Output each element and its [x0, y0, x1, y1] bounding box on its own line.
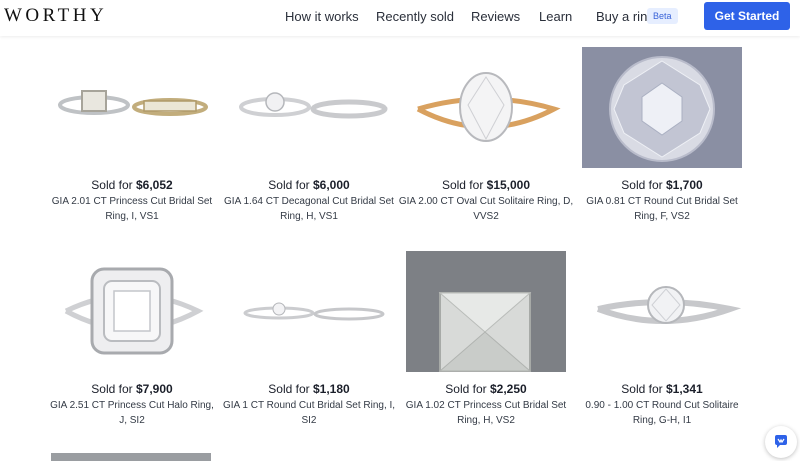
listing-description: GIA 0.81 CT Round Cut Bridal Set Ring, F,…	[586, 196, 738, 222]
top-navigation-bar: WORTHY How it works Recently sold Review…	[0, 0, 800, 36]
nav-how-it-works[interactable]: How it works	[285, 9, 359, 24]
listing-image-partial	[51, 453, 211, 461]
chat-widget-button[interactable]	[765, 426, 797, 458]
nav-reviews[interactable]: Reviews	[471, 9, 520, 24]
beta-badge: Beta	[647, 8, 678, 24]
listing-description: GIA 2.00 CT Oval Cut Solitaire Ring, D, V…	[398, 196, 574, 222]
ring-image	[582, 251, 742, 372]
ring-image	[229, 47, 389, 168]
sold-price: Sold for $6,000	[268, 178, 350, 192]
ring-image	[229, 251, 389, 372]
ring-image	[52, 47, 212, 168]
diamond-image	[406, 251, 566, 372]
nav-learn[interactable]: Learn	[539, 9, 572, 24]
sold-price: Sold for $15,000	[441, 178, 531, 192]
listing-description: 0.90 - 1.00 CT Round Cut Solitaire Ring, …	[585, 400, 739, 426]
sold-price: Sold for $2,250	[445, 382, 527, 396]
ring-image	[52, 251, 212, 372]
nav-recently-sold[interactable]: Recently sold	[376, 9, 454, 24]
sold-price: Sold for $1,700	[621, 178, 703, 192]
sold-price: Sold for $1,180	[268, 382, 350, 396]
chat-bubble-icon	[775, 435, 787, 448]
sold-price: Sold for $6,052	[91, 178, 173, 192]
get-started-button[interactable]: Get Started	[704, 2, 790, 30]
sold-price: Sold for $1,341	[621, 382, 703, 396]
listing-description: GIA 2.51 CT Princess Cut Halo Ring, J, SI…	[50, 400, 214, 426]
listing-description: GIA 1 CT Round Cut Bridal Set Ring, I, SI…	[222, 400, 396, 426]
sold-price: Sold for $7,900	[91, 382, 173, 396]
nav-buy-a-ring[interactable]: Buy a ring	[596, 9, 655, 24]
diamond-image	[582, 47, 742, 168]
listing-description: GIA 1.02 CT Princess Cut Bridal Set Ring,…	[405, 400, 567, 426]
worthy-logo[interactable]: WORTHY	[4, 5, 107, 27]
listing-description: GIA 1.64 CT Decagonal Cut Bridal Set Ring…	[224, 196, 394, 222]
ring-image	[406, 47, 566, 168]
listing-description: GIA 2.01 CT Princess Cut Bridal Set Ring,…	[51, 196, 213, 222]
